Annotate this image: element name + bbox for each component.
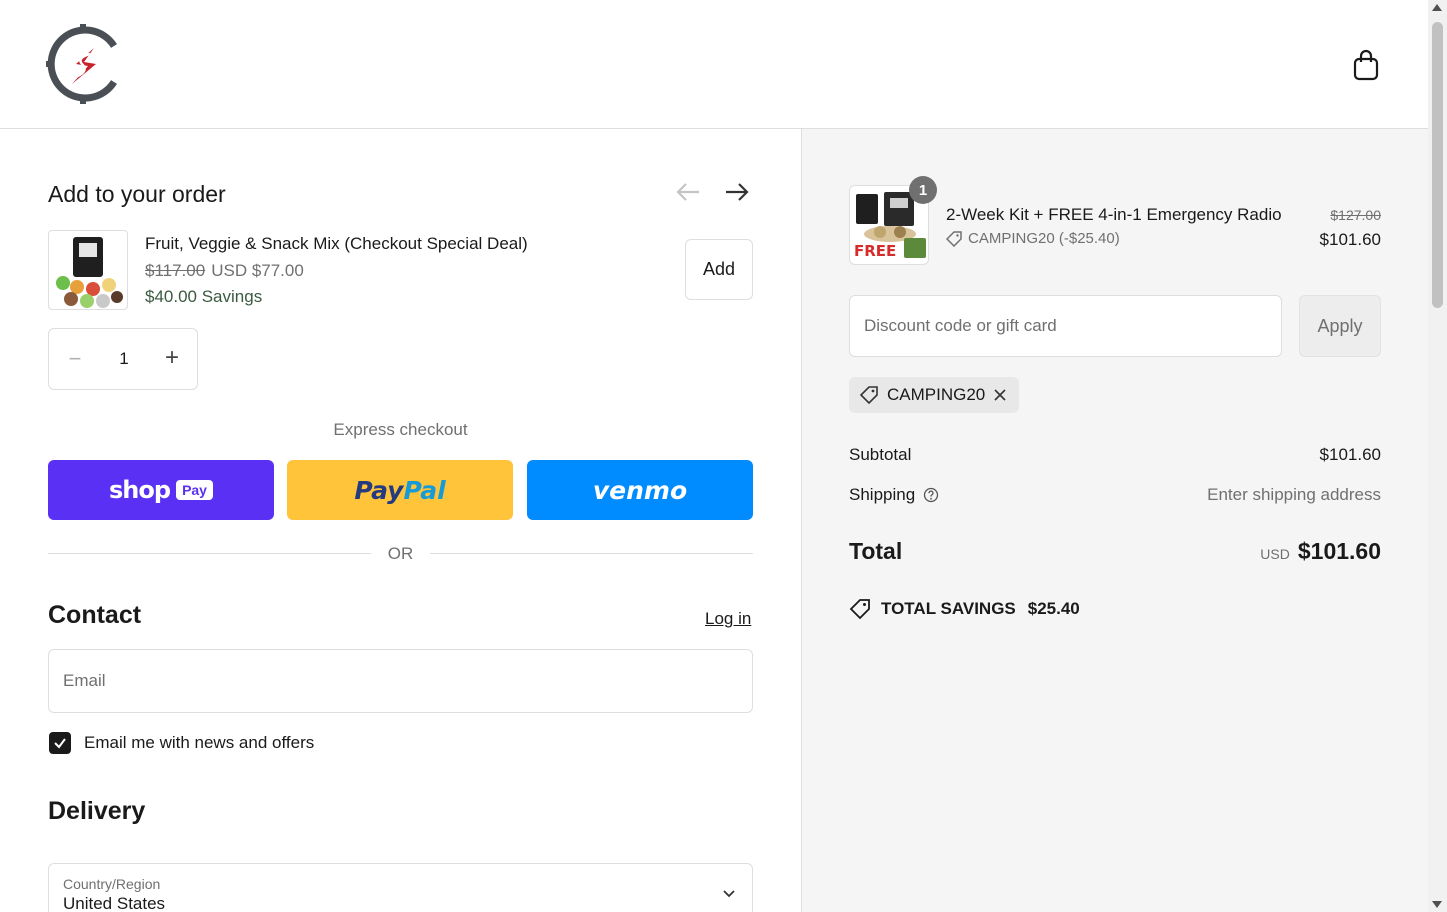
upsell-product-image [48, 230, 128, 310]
help-icon[interactable] [923, 487, 939, 503]
cart-product-name: 2-Week Kit + FREE 4-in-1 Emergency Radio [946, 205, 1282, 224]
divider-left [48, 553, 371, 554]
subtotal-value: $101.60 [1319, 445, 1381, 464]
plus-icon[interactable]: + [159, 345, 185, 371]
upsell-savings: $40.00 Savings [145, 287, 263, 306]
savings-tag-icon [849, 599, 870, 620]
paypal-logo: PayPal [354, 475, 446, 505]
shop-pay-badge: Pay [176, 480, 213, 500]
or-divider-text: OR [387, 544, 414, 563]
shipping-label: Shipping [849, 485, 916, 504]
quantity-badge: 1 [909, 176, 937, 204]
applied-discount-code: CAMPING20 [887, 385, 986, 404]
apply-discount-button[interactable]: Apply [1299, 295, 1381, 357]
food-bucket-image [56, 237, 123, 308]
shop-pay-button[interactable]: shop Pay [48, 460, 274, 520]
page-scrollbar[interactable] [1428, 0, 1447, 912]
express-checkout-label: Express checkout [333, 420, 468, 439]
total-value: $101.60 [1297, 538, 1381, 564]
upsell-title: Add to your order [48, 181, 226, 207]
scroll-thumb[interactable] [1432, 22, 1443, 308]
tag-icon [859, 386, 878, 405]
arrow-left-icon[interactable] [673, 177, 703, 207]
discount-code-input[interactable] [849, 295, 1282, 357]
login-link[interactable]: Log in [705, 609, 751, 629]
minus-icon[interactable]: − [63, 347, 87, 371]
arrow-right-icon[interactable] [722, 177, 752, 207]
newsletter-checkbox[interactable] [49, 732, 71, 754]
country-label: Country/Region [63, 876, 161, 892]
shop-pay-word: shop [109, 476, 171, 504]
total-value-row: USD $101.60 [1132, 538, 1381, 565]
close-icon[interactable] [993, 388, 1007, 402]
order-summary: FREE 1 2-Week Kit + FREE 4-in-1 Emergenc… [801, 129, 1428, 912]
svg-text:FREE: FREE [854, 242, 896, 260]
shipping-label-row: Shipping [849, 485, 939, 505]
subtotal-label: Subtotal [849, 445, 912, 464]
add-upsell-button[interactable]: Add [685, 239, 753, 300]
site-header [0, 0, 1428, 129]
shopping-bag-icon[interactable] [1350, 48, 1382, 82]
quantity-value[interactable]: 1 [109, 349, 139, 369]
contact-heading: Contact [48, 601, 142, 629]
divider-right [430, 553, 753, 554]
shipping-value: Enter shipping address [1207, 485, 1381, 504]
cart-price: $101.60 [1319, 230, 1381, 249]
total-savings-label: TOTAL SAVINGS [881, 599, 1016, 618]
total-savings: TOTAL SAVINGS $25.40 [849, 598, 1080, 620]
cart-old-price: $127.00 [1330, 207, 1381, 223]
total-savings-value: $25.40 [1027, 599, 1080, 618]
checkout-form: Add to your order Fruit, Veggie & Snack … [0, 129, 801, 912]
checkmark-icon [54, 738, 66, 749]
upsell-price: $117.00 USD $77.00 [145, 261, 304, 281]
quantity-stepper: − 1 + [48, 328, 198, 390]
cart-discount-code: CAMPING20 (-$25.40) [968, 230, 1120, 247]
applied-discount-chip: CAMPING20 [849, 377, 1020, 413]
scroll-up-icon[interactable] [1432, 4, 1442, 11]
email-field[interactable] [48, 649, 753, 713]
venmo-logo: venmo [592, 475, 688, 505]
cart-discount-line: CAMPING20 (-$25.40) [946, 230, 1120, 247]
delivery-heading: Delivery [48, 797, 146, 825]
upsell-product-name: Fruit, Veggie & Snack Mix (Checkout Spec… [145, 234, 528, 253]
scroll-down-icon[interactable] [1432, 901, 1442, 908]
country-select[interactable]: Country/Region United States [48, 863, 753, 912]
total-label: Total [849, 538, 903, 564]
chevron-down-icon [723, 890, 735, 898]
country-value: United States [63, 894, 166, 912]
compass-s-logo[interactable] [46, 24, 122, 104]
venmo-button[interactable]: venmo [527, 460, 753, 520]
upsell-new-price: USD $77.00 [211, 261, 304, 280]
tag-icon [946, 230, 962, 247]
total-currency: USD [1260, 546, 1290, 562]
paypal-button[interactable]: PayPal [287, 460, 513, 520]
upsell-old-price: $117.00 [145, 261, 206, 280]
newsletter-label[interactable]: Email me with news and offers [84, 733, 314, 753]
